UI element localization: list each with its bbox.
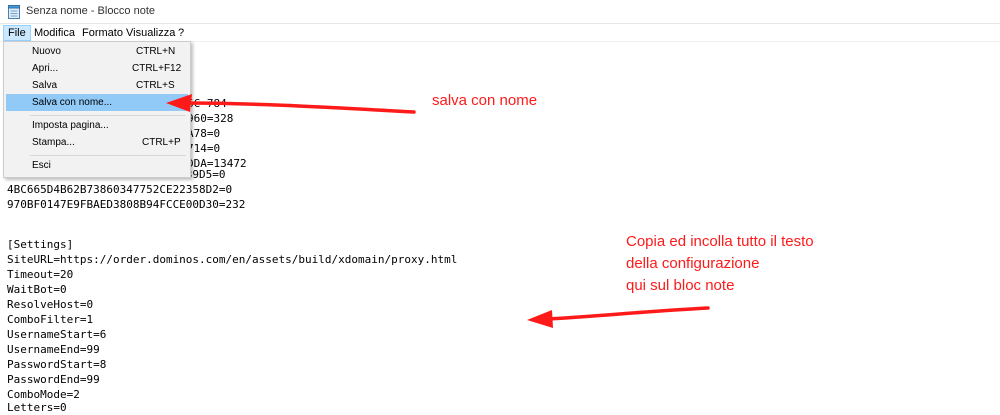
arrow-to-text-area bbox=[527, 306, 710, 328]
annotation-save-as: salva con nome bbox=[432, 92, 538, 109]
text-line: Letters=0 bbox=[7, 401, 67, 414]
annotation-arrows bbox=[166, 94, 710, 328]
arrow-to-save-as bbox=[166, 94, 416, 114]
annotation-copy-line-3: qui sul bloc note bbox=[626, 277, 735, 294]
annotation-copy-line-2: della configurazione bbox=[626, 255, 760, 272]
annotation-copy-line-1: Copia ed incolla tutto il testo bbox=[626, 233, 814, 250]
